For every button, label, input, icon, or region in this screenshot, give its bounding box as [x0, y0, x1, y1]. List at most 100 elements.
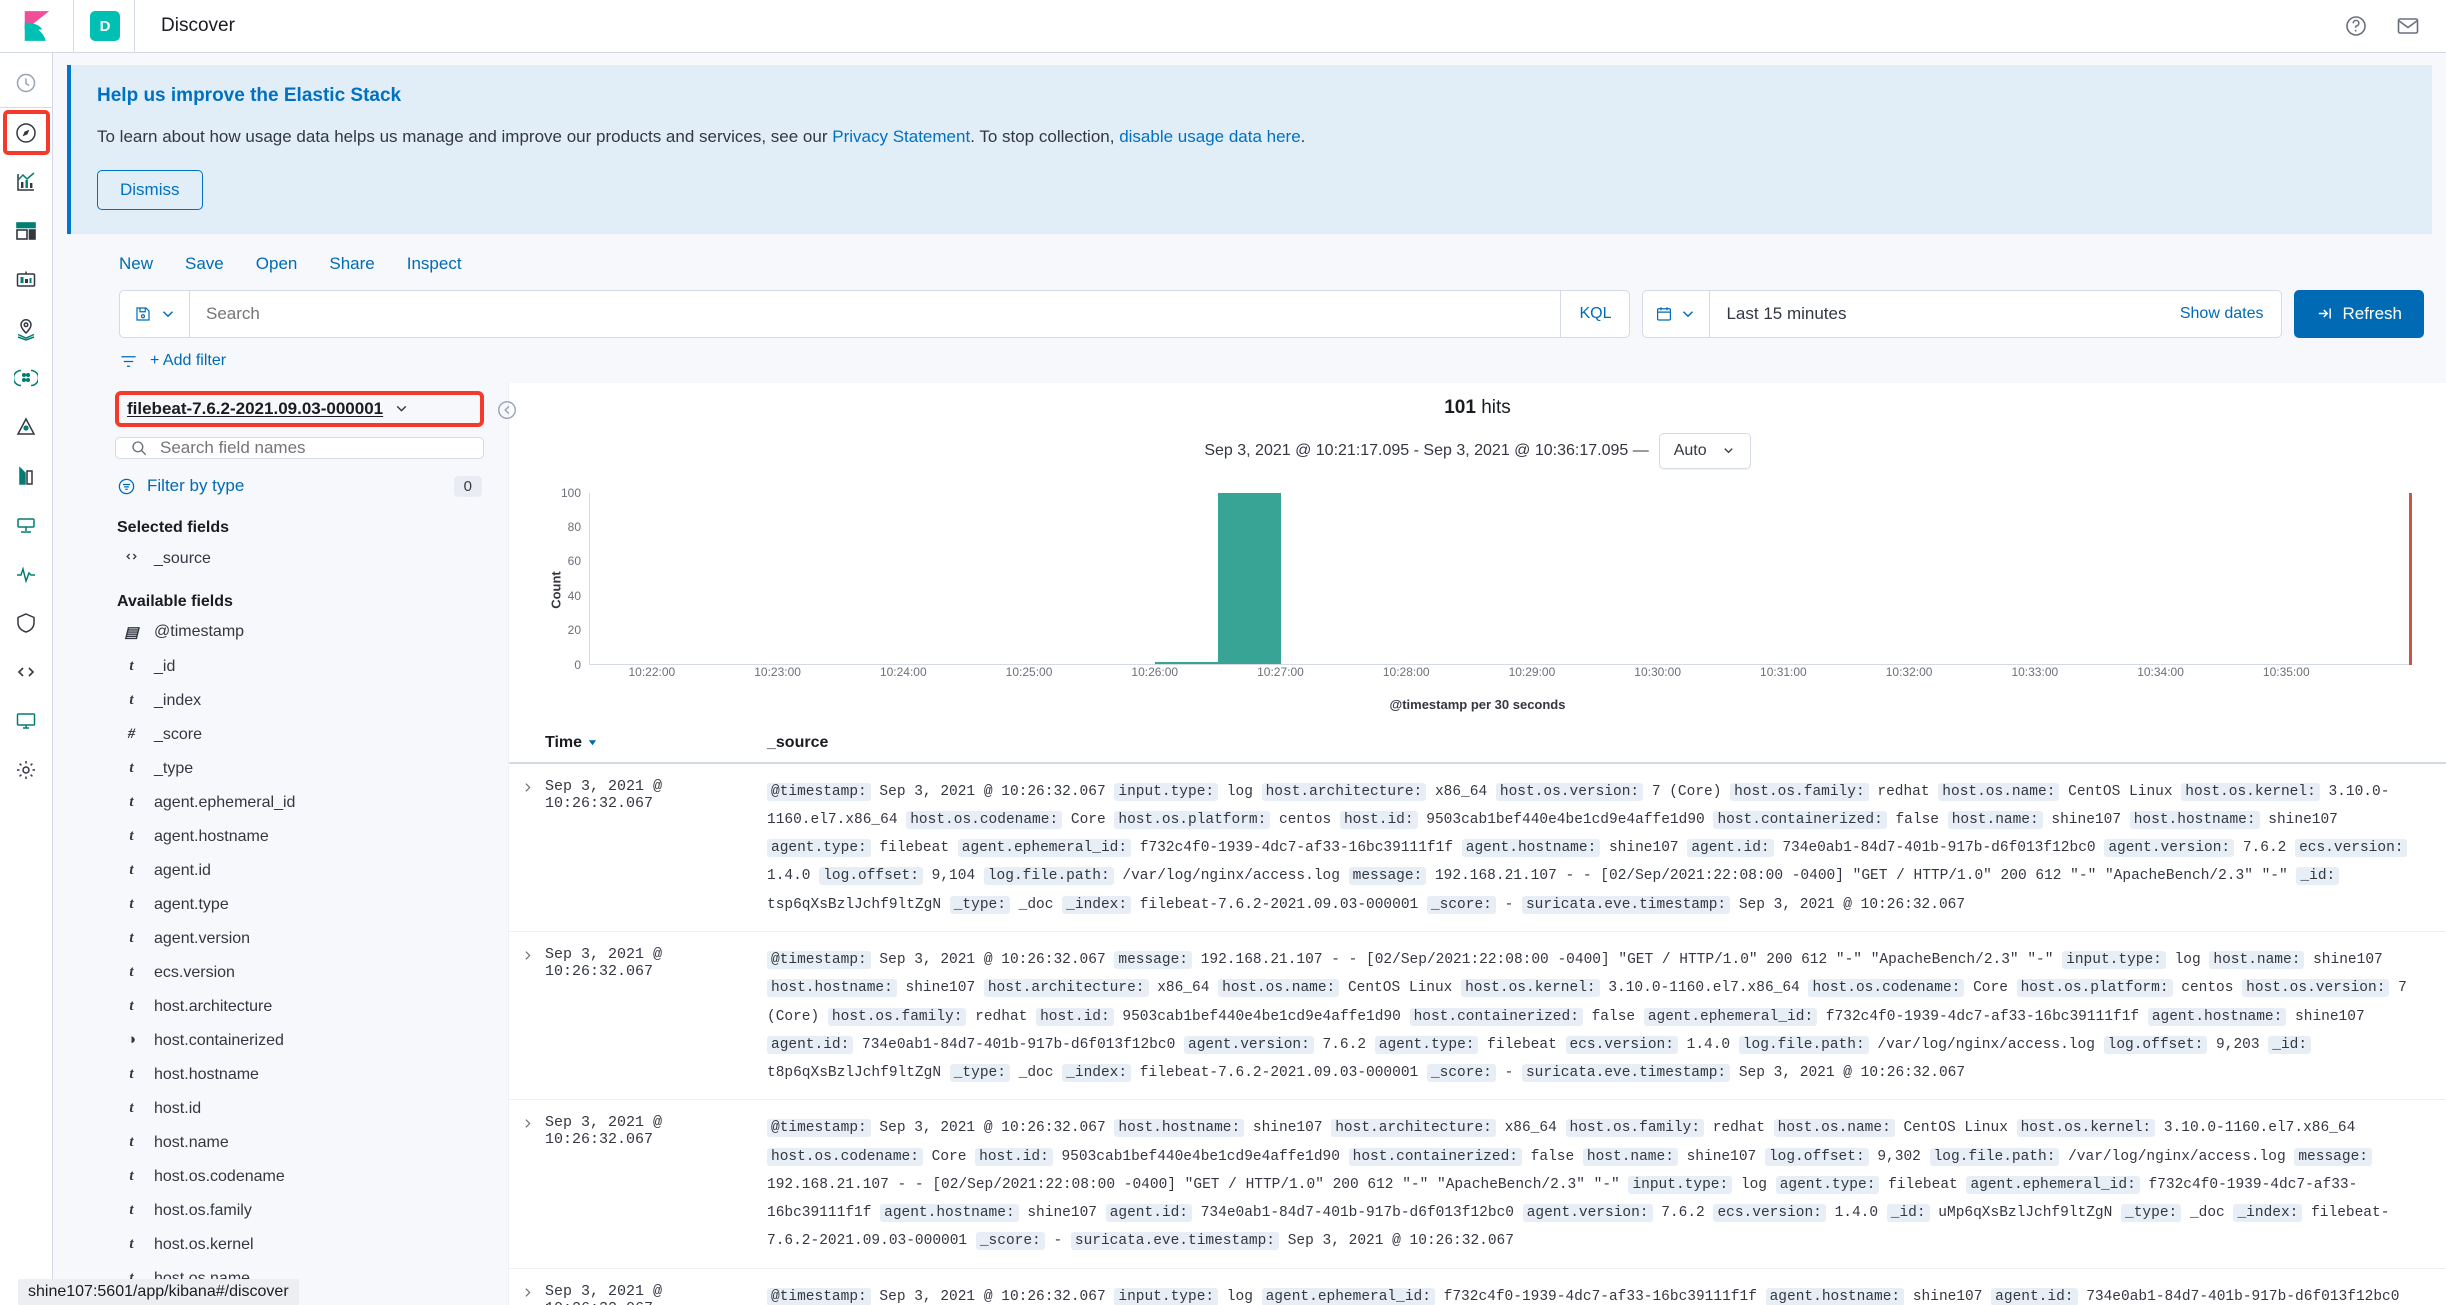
source-field-key: _id:	[2296, 867, 2340, 886]
field-item[interactable]: ◑ host.containerized	[115, 1024, 484, 1058]
privacy-statement-link[interactable]: Privacy Statement	[832, 127, 970, 146]
table-row[interactable]: Sep 3, 2021 @ 10:26:32.067@timestamp: Se…	[509, 764, 2446, 932]
field-item[interactable]: t host.os.family	[115, 1194, 484, 1228]
sidebar-item-canvas[interactable]	[0, 255, 53, 304]
query-language-button[interactable]: KQL	[1560, 290, 1629, 337]
field-item[interactable]: t _id	[115, 650, 484, 684]
histogram-bar[interactable]	[1155, 661, 1219, 664]
chevron-right-icon	[524, 951, 531, 960]
field-item[interactable]: t host.os.kernel	[115, 1228, 484, 1262]
source-field-key: host.containerized:	[1409, 1007, 1583, 1026]
sidebar-item-management[interactable]	[0, 745, 53, 794]
field-item[interactable]: t _type	[115, 752, 484, 786]
source-field-key: ecs.version:	[1565, 1035, 1678, 1054]
field-item[interactable]: t host.hostname	[115, 1058, 484, 1092]
help-icon[interactable]	[2344, 14, 2368, 38]
field-item-source[interactable]: _source	[115, 541, 484, 577]
field-item[interactable]: # _score	[115, 718, 484, 752]
date-picker: Last 15 minutes Show dates	[1642, 289, 2283, 338]
sidebar-item-dashboard[interactable]	[0, 206, 53, 255]
kibana-logo[interactable]	[0, 0, 74, 52]
expand-row-button[interactable]	[509, 946, 545, 1087]
topnav-share[interactable]: Share	[329, 254, 374, 274]
source-field-value: x86_64	[1434, 783, 1488, 800]
table-row[interactable]: Sep 3, 2021 @ 10:26:32.067@timestamp: Se…	[509, 1100, 2446, 1269]
table-row[interactable]: Sep 3, 2021 @ 10:26:32.067@timestamp: Se…	[509, 932, 2446, 1101]
field-item[interactable]: t agent.hostname	[115, 820, 484, 854]
field-item[interactable]: t agent.ephemeral_id	[115, 786, 484, 820]
sidebar-item-discover[interactable]	[0, 108, 53, 157]
source-field-key: host.id:	[1036, 1007, 1114, 1026]
x-tick-label: 10:22:00	[628, 664, 676, 679]
sidebar-item-apm[interactable]	[0, 500, 53, 549]
x-tick-label: 10:23:00	[754, 664, 801, 679]
filter-by-type-button[interactable]: Filter by type 0	[115, 459, 484, 503]
search-field-names-input[interactable]	[160, 437, 469, 458]
app-badge: D	[90, 11, 120, 41]
expand-row-button[interactable]	[509, 778, 545, 919]
source-field-value: Sep 3, 2021 @ 10:26:32.067	[1287, 1233, 1514, 1250]
field-item[interactable]: t ecs.version	[115, 956, 484, 990]
table-body: Sep 3, 2021 @ 10:26:32.067 @timestamp: Se…	[509, 764, 2446, 1305]
field-item[interactable]: t agent.version	[115, 922, 484, 956]
x-tick-label: 10:29:00	[1508, 664, 1556, 679]
add-filter-button[interactable]: + Add filter	[150, 352, 226, 370]
disable-usage-data-link[interactable]: disable usage data here	[1119, 127, 1300, 146]
sidebar-item-recently-viewed[interactable]	[0, 59, 53, 108]
sidebar-item-machine-learning[interactable]	[0, 353, 53, 402]
field-item[interactable]: t host.name	[115, 1126, 484, 1160]
date-quick-select-button[interactable]	[1643, 290, 1711, 337]
field-item[interactable]: ▤ @timestamp	[115, 615, 484, 650]
sidebar-item-maps[interactable]	[0, 304, 53, 353]
sidebar-item-siem[interactable]	[0, 598, 53, 647]
field-name: @timestamp	[154, 623, 245, 641]
source-field-key: _score:	[1426, 1064, 1496, 1083]
chart-time-marker	[2409, 492, 2412, 665]
column-time[interactable]: Time	[545, 734, 767, 752]
expand-row-button[interactable]	[509, 1114, 545, 1255]
source-field-value: log	[2174, 951, 2201, 968]
mail-icon[interactable]	[2396, 14, 2420, 38]
dismiss-button[interactable]: Dismiss	[97, 169, 203, 210]
query-bar: KQL Last 15 minutes Show dates	[53, 289, 2446, 338]
sidebar-item-infrastructure[interactable]	[0, 402, 53, 451]
logs-icon	[19, 465, 33, 485]
source-field-value: Core	[1973, 980, 2008, 997]
expand-row-button[interactable]	[509, 1283, 545, 1305]
sidebar-item-logs[interactable]	[0, 451, 53, 500]
refresh-button[interactable]: Refresh	[2294, 289, 2424, 338]
sidebar-item-uptime[interactable]	[0, 549, 53, 598]
field-item[interactable]: t host.id	[115, 1092, 484, 1126]
saved-query-button[interactable]	[120, 290, 190, 337]
topnav-open[interactable]: Open	[256, 254, 298, 274]
filter-icon[interactable]	[119, 352, 138, 371]
topnav-save[interactable]: Save	[185, 254, 224, 274]
histogram-bar[interactable]	[1218, 492, 1282, 664]
table-row[interactable]: Sep 3, 2021 @ 10:26:32.067@timestamp: Se…	[509, 1269, 2446, 1305]
interval-select[interactable]: Auto	[1658, 432, 1751, 469]
sidebar-item-visualize[interactable]	[0, 157, 53, 206]
field-type-string-icon: t	[129, 1066, 134, 1083]
topnav-new[interactable]: New	[119, 254, 153, 274]
collapse-sidebar-icon[interactable]	[496, 399, 518, 421]
sidebar-item-dev-tools[interactable]	[0, 647, 53, 696]
source-field-key: _index:	[2233, 1204, 2303, 1223]
search-input[interactable]	[190, 290, 1561, 337]
field-item[interactable]: t agent.id	[115, 854, 484, 888]
index-pattern-selector[interactable]: filebeat-7.6.2-2021.09.03-000001	[119, 395, 480, 423]
sidebar-item-monitoring[interactable]	[0, 696, 53, 745]
source-field-key: _id:	[2268, 1035, 2312, 1054]
field-name: _id	[154, 657, 176, 675]
field-item[interactable]: t _index	[115, 684, 484, 718]
field-item[interactable]: t host.architecture	[115, 990, 484, 1024]
index-pattern-selector-highlight: filebeat-7.6.2-2021.09.03-000001	[115, 390, 484, 427]
topnav-inspect[interactable]: Inspect	[407, 254, 462, 274]
cell-time: Sep 3, 2021 @ 10:26:32.067	[545, 945, 663, 980]
source-field-key: _index:	[1062, 1064, 1132, 1083]
show-dates-button[interactable]: Show dates	[2162, 291, 2282, 337]
field-item[interactable]: t host.os.codename	[115, 1160, 484, 1194]
field-type-string-icon: t	[129, 658, 134, 675]
date-range-display[interactable]: Last 15 minutes	[1710, 291, 2161, 337]
field-item[interactable]: t agent.type	[115, 888, 484, 922]
source-field-key: host.os.kernel:	[2016, 1119, 2156, 1138]
